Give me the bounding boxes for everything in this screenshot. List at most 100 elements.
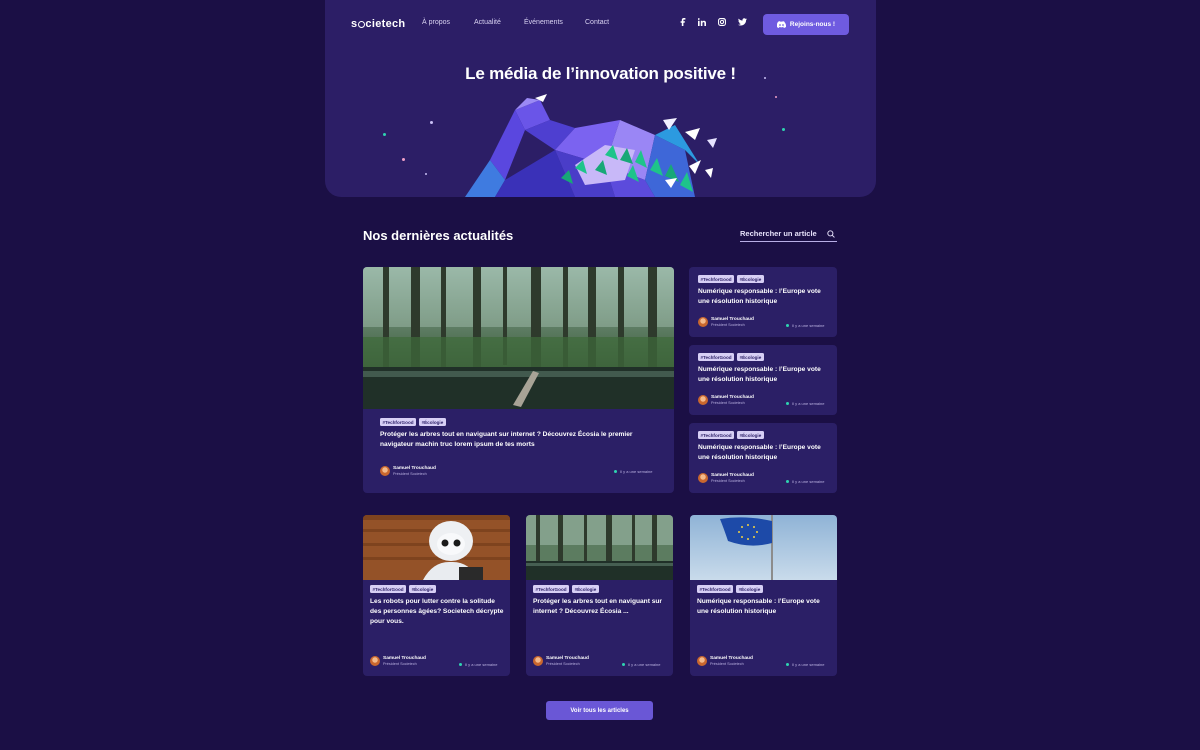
author-name: Samuel Trouchaud	[711, 317, 754, 322]
tag[interactable]: #Écologie	[736, 585, 763, 593]
logo[interactable]: s cietech	[351, 18, 405, 30]
bottom-article-card[interactable]: #TechforGood #Écologie Protéger les arbr…	[526, 515, 673, 676]
avatar	[698, 473, 708, 484]
article-title[interactable]: Les robots pour lutter contre la solitud…	[370, 597, 506, 627]
hero-title: Le média de l’innovation positive !	[465, 64, 736, 83]
section-title: Nos dernières actualités	[363, 228, 514, 243]
author: Samuel Trouchaud Président Societech	[698, 395, 754, 406]
tag-list: #TechforGood #Écologie	[370, 585, 436, 593]
tag[interactable]: #TechforGood	[698, 431, 735, 439]
search-icon[interactable]	[827, 230, 835, 238]
featured-article-card[interactable]: #TechforGood #Écologie Protéger les arbr…	[363, 267, 674, 493]
author: Samuel Trouchaud Président Societech	[698, 473, 754, 484]
article-title[interactable]: Numérique responsable : l’Europe vote un…	[698, 287, 832, 307]
see-all-articles-button[interactable]: Voir tous les articles	[546, 701, 653, 720]
author-name: Samuel Trouchaud	[546, 656, 589, 661]
linkedin-icon[interactable]	[697, 17, 707, 27]
bottom-article-card[interactable]: #TechforGood #Écologie Numérique respons…	[690, 515, 837, 676]
decor-dot	[383, 133, 386, 136]
article-title[interactable]: Numérique responsable : l’Europe vote un…	[697, 597, 833, 617]
search-input[interactable]: Rechercher un article	[740, 229, 837, 242]
tag[interactable]: #Écologie	[737, 275, 764, 283]
author: Samuel Trouchaud Président Societech	[380, 466, 436, 477]
author-role: Président Societech	[711, 478, 745, 483]
article-title[interactable]: Protéger les arbres tout en naviguant su…	[380, 430, 655, 450]
tag-list: #TechforGood #Écologie	[698, 275, 764, 283]
article-title[interactable]: Protéger les arbres tout en naviguant su…	[533, 597, 669, 617]
publish-time: Il y a une semaine	[614, 469, 652, 474]
article-title[interactable]: Numérique responsable : l’Europe vote un…	[698, 443, 832, 463]
avatar	[697, 656, 707, 667]
publish-time: Il y a une semaine	[786, 323, 824, 328]
author: Samuel Trouchaud Président Societech	[370, 656, 426, 667]
bottom-article-card[interactable]: #TechforGood #Écologie Les robots pour l…	[363, 515, 510, 676]
nav-item-a-propos[interactable]: À propos	[422, 19, 450, 26]
tag[interactable]: #Écologie	[737, 353, 764, 361]
author-name: Samuel Trouchaud	[710, 656, 753, 661]
nav-item-actualite[interactable]: Actualité	[474, 19, 501, 26]
avatar	[698, 317, 708, 328]
publish-time-text: Il y a une semaine	[620, 469, 653, 474]
author-role: Président Societech	[546, 661, 580, 666]
forest-photo	[363, 267, 674, 409]
facebook-icon[interactable]	[678, 17, 688, 27]
side-article-card[interactable]: #TechforGood #Écologie Numérique respons…	[689, 267, 837, 337]
tag-list: #TechforGood #Écologie	[533, 585, 599, 593]
author-name: Samuel Trouchaud	[393, 466, 436, 471]
decor-dot	[782, 128, 785, 131]
tag[interactable]: #TechforGood	[370, 585, 407, 593]
publish-time: Il y a une semaine	[459, 662, 497, 667]
twitter-icon[interactable]	[737, 17, 747, 27]
status-dot	[459, 663, 462, 666]
avatar	[698, 395, 708, 406]
publish-time-text: Il y a une semaine	[792, 401, 825, 406]
author-name: Samuel Trouchaud	[383, 656, 426, 661]
hero-banner: s cietech À propos Actualité Événements C…	[325, 0, 876, 197]
tag[interactable]: #TechforGood	[698, 353, 735, 361]
status-dot	[786, 663, 789, 666]
decor-dot	[425, 173, 427, 175]
tag-list: #TechforGood #Écologie	[698, 353, 764, 361]
tag[interactable]: #Écologie	[737, 431, 764, 439]
author-role: Président Societech	[393, 471, 427, 476]
publish-time-text: Il y a une semaine	[628, 662, 661, 667]
discord-icon	[776, 21, 786, 28]
tag-list: #TechforGood #Écologie	[697, 585, 763, 593]
tag[interactable]: #Écologie	[572, 585, 599, 593]
tag[interactable]: #TechforGood	[380, 418, 417, 426]
decor-dot	[764, 77, 766, 79]
author-role: Président Societech	[711, 322, 745, 327]
article-title[interactable]: Numérique responsable : l’Europe vote un…	[698, 365, 832, 385]
side-article-card[interactable]: #TechforGood #Écologie Numérique respons…	[689, 345, 837, 415]
publish-time: Il y a une semaine	[786, 479, 824, 484]
tag[interactable]: #Écologie	[409, 585, 436, 593]
publish-time-text: Il y a une semaine	[792, 323, 825, 328]
publish-time: Il y a une semaine	[786, 401, 824, 406]
tag-list: #TechforGood #Écologie	[380, 418, 446, 426]
publish-time-text: Il y a une semaine	[792, 479, 825, 484]
avatar	[370, 656, 380, 667]
status-dot	[614, 470, 617, 473]
author-name: Samuel Trouchaud	[711, 473, 754, 478]
publish-time: Il y a une semaine	[622, 662, 660, 667]
search-placeholder: Rechercher un article	[740, 229, 817, 238]
author: Samuel Trouchaud Président Societech	[697, 656, 753, 667]
publish-time-text: Il y a une semaine	[465, 662, 498, 667]
author-role: Président Societech	[383, 661, 417, 666]
nav-item-evenements[interactable]: Événements	[524, 19, 563, 26]
status-dot	[786, 324, 789, 327]
avatar	[380, 466, 390, 477]
tag[interactable]: #TechforGood	[698, 275, 735, 283]
status-dot	[786, 480, 789, 483]
decor-dot	[402, 158, 405, 161]
side-article-card[interactable]: #TechforGood #Écologie Numérique respons…	[689, 423, 837, 493]
join-button-label: Rejoins-nous !	[789, 21, 836, 28]
tag[interactable]: #Écologie	[419, 418, 446, 426]
publish-time: Il y a une semaine	[786, 662, 824, 667]
nav-item-contact[interactable]: Contact	[585, 19, 609, 26]
instagram-icon[interactable]	[717, 17, 727, 27]
join-button[interactable]: Rejoins-nous !	[763, 14, 849, 35]
tag[interactable]: #TechforGood	[697, 585, 734, 593]
tag[interactable]: #TechforGood	[533, 585, 570, 593]
forest-photo	[526, 515, 673, 580]
